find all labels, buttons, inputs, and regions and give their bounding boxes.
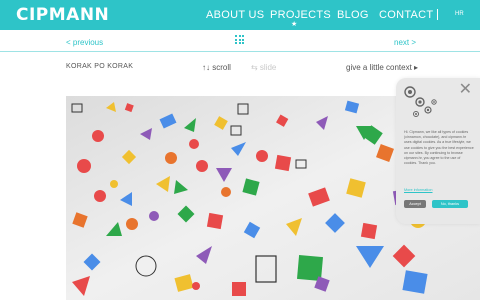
slide-toggle[interactable]: ⇆ slide	[251, 63, 276, 72]
close-icon[interactable]: ✕	[459, 82, 472, 98]
grid-view-icon[interactable]	[235, 35, 244, 44]
cookie-text: Hi. Cipmann, we like all types of cookie…	[404, 130, 474, 166]
nav-blog[interactable]: BLOG	[337, 9, 369, 21]
nav-projects[interactable]: PROJECTS	[270, 9, 331, 21]
site-header: CIPMANN ABOUT US PROJECTS ★ BLOG CONTACT…	[0, 0, 480, 30]
previous-link[interactable]: < previous	[66, 38, 103, 47]
context-link[interactable]: give a little context ▸	[346, 63, 418, 72]
nav-contact[interactable]: CONTACT	[379, 9, 433, 21]
next-link[interactable]: next >	[394, 38, 416, 47]
logo[interactable]: CIPMANN	[16, 5, 109, 25]
subnav-divider	[0, 51, 480, 52]
language-switch[interactable]: HR	[455, 11, 464, 17]
no-thanks-button[interactable]: No, thanks	[432, 200, 468, 208]
cookie-popup: ✕ Hi. Cipmann, we like all types of cook…	[396, 78, 480, 224]
cookie-logo-icon	[404, 86, 437, 117]
scroll-toggle[interactable]: ↑↓ scroll	[202, 63, 231, 72]
project-title: KORAK PO KORAK	[66, 63, 134, 70]
nav-divider	[437, 9, 438, 20]
nav-about[interactable]: ABOUT US	[206, 9, 264, 21]
accept-button[interactable]: Accept	[404, 200, 426, 208]
more-info-link[interactable]: More information	[404, 188, 433, 192]
active-marker-icon: ★	[291, 21, 298, 28]
